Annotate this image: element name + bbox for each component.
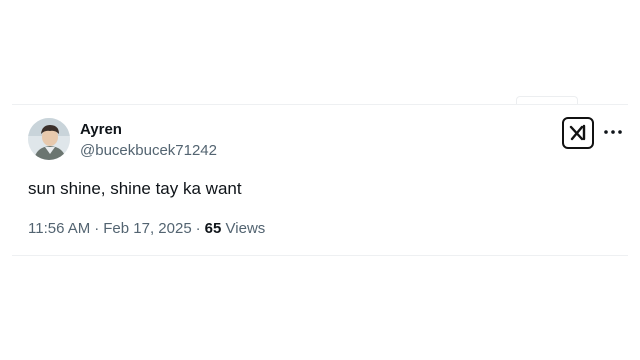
tweet-time[interactable]: 11:56 AM <box>28 220 90 237</box>
more-horizontal-icon[interactable] <box>603 124 623 140</box>
author-avatar[interactable] <box>28 118 70 160</box>
x-logo-icon[interactable] <box>562 117 594 149</box>
views-label: Views <box>225 220 266 237</box>
tweet-text: sun shine, shine tay ka want <box>28 179 242 198</box>
meta-separator: · <box>195 220 201 237</box>
avatar-image <box>28 118 70 160</box>
author-name[interactable]: Ayren <box>80 121 122 139</box>
meta-separator: · <box>94 220 100 237</box>
tweet-meta: 11:56 AM · Feb 17, 2025 · 65 Views <box>28 220 265 238</box>
author-handle[interactable]: @bucekbucek71242 <box>80 142 217 160</box>
screenshot-canvas: Ayren @bucekbucek71242 sun shine, shine … <box>0 0 640 360</box>
tweet-date[interactable]: Feb 17, 2025 <box>103 220 191 237</box>
views-count: 65 <box>204 220 222 237</box>
